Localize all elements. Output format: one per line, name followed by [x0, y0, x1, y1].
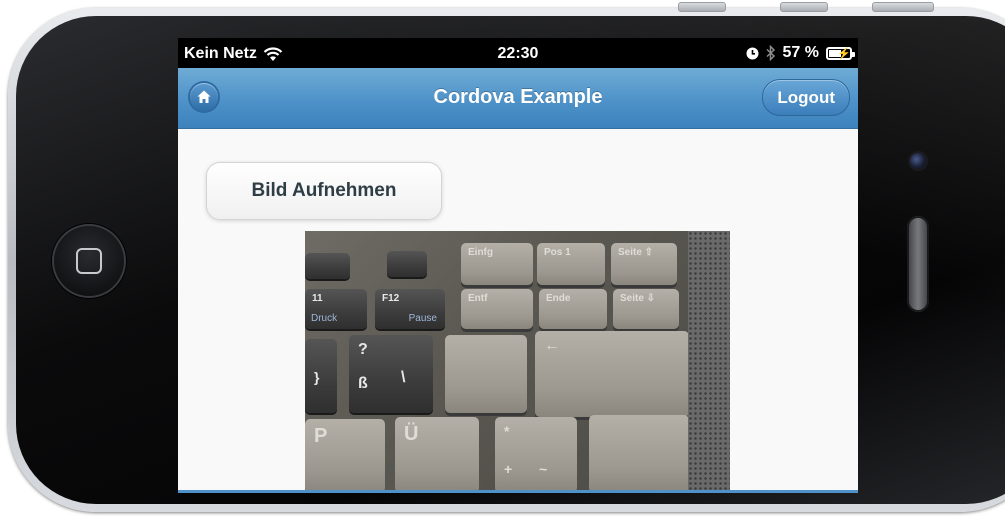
photo-key-p: P	[305, 419, 385, 493]
battery-percent: 57 %	[782, 44, 819, 61]
photo-speaker-grille	[688, 231, 730, 493]
photo-key-plus: * + ~	[495, 417, 577, 493]
battery-charging-icon: ⚡	[826, 46, 855, 60]
photo-key-backspace: ←	[535, 331, 689, 417]
screen: Kein Netz 22:30 57 % ⚡ Cordova Example L…	[178, 38, 858, 493]
earpiece-speaker	[907, 216, 929, 312]
photo-key-seite-up: Seite ⇧	[611, 243, 677, 285]
logout-button[interactable]: Logout	[762, 79, 850, 116]
photo-key-u-umlaut: Ü	[395, 417, 479, 493]
volume-down-button	[780, 2, 828, 12]
photo-key-volume	[305, 253, 350, 279]
device-home-button[interactable]	[52, 224, 126, 298]
photo-key-seite-down: Seite ⇩	[613, 289, 679, 329]
photo-key-f11: 11 Druck	[305, 289, 367, 329]
front-camera	[910, 153, 926, 169]
photo-key-mute	[387, 251, 427, 277]
photo-key-accent	[445, 335, 527, 413]
mute-switch	[872, 2, 934, 12]
content-bottom-rule	[178, 490, 858, 493]
photo-key-ende: Ende	[539, 289, 607, 329]
photo-key-pos1: Pos 1	[537, 243, 605, 285]
main-content: Bild Aufnehmen Einfg Pos 1 Seite ⇧ 11 Dr…	[178, 129, 858, 493]
clock-icon	[746, 47, 759, 59]
status-right: 57 % ⚡	[746, 44, 855, 62]
captured-photo: Einfg Pos 1 Seite ⇧ 11 Druck F12 Pause E…	[305, 231, 730, 493]
photo-key-entf: Entf	[461, 289, 533, 329]
photo-key-einfg: Einfg	[461, 243, 533, 285]
photo-key-enter	[589, 415, 689, 493]
header-bar: Cordova Example Logout	[178, 68, 858, 129]
page-title: Cordova Example	[433, 86, 603, 108]
photo-key-brace: }	[305, 339, 337, 413]
photo-key-f12: F12 Pause	[375, 289, 445, 329]
home-square-icon	[76, 248, 102, 274]
capture-photo-button[interactable]: Bild Aufnehmen	[206, 162, 442, 220]
device-stage: Kein Netz 22:30 57 % ⚡ Cordova Example L…	[0, 0, 1005, 520]
volume-up-button	[678, 2, 726, 12]
status-bar: Kein Netz 22:30 57 % ⚡	[178, 38, 858, 68]
bluetooth-icon	[766, 45, 775, 61]
photo-key-eszett: ? ß \	[349, 335, 433, 413]
